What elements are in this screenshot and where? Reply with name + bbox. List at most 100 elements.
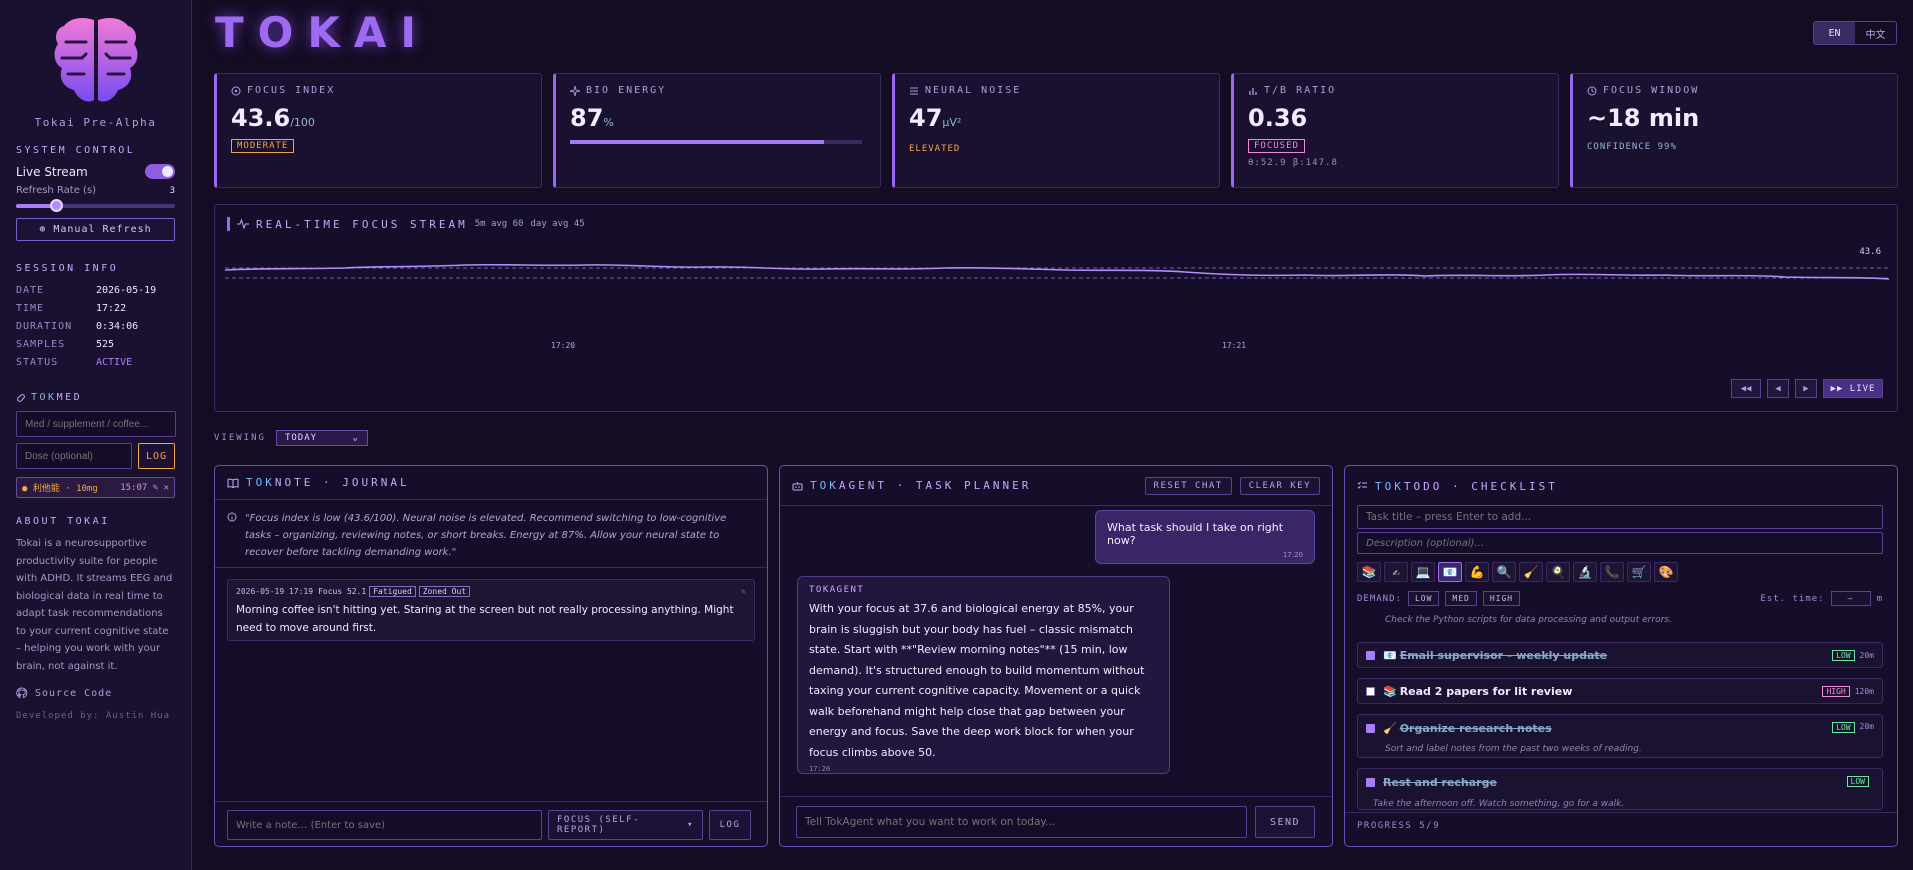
developer-credit: Developed by: Austin Hua: [16, 711, 171, 721]
reset-chat-button[interactable]: RESET CHAT: [1144, 476, 1232, 495]
session-row: SAMPLES 525: [16, 336, 175, 354]
focus-self-report-select[interactable]: FOCUS (SELF-REPORT) ▾: [548, 810, 703, 840]
category-cleaning-icon[interactable]: 🧹: [1519, 562, 1543, 582]
bio-energy-bar: [570, 140, 862, 144]
lang-en-button[interactable]: EN: [1814, 22, 1855, 44]
agent-input[interactable]: [796, 806, 1247, 838]
neural-noise-unit: μV²: [942, 116, 962, 129]
accent-bar: [227, 217, 230, 231]
user-message-time: 17:20: [1282, 551, 1303, 559]
toknote-title-prefix: TOK: [246, 476, 275, 489]
todo-demand-badge: HIGH: [1822, 685, 1850, 697]
category-exercise-icon[interactable]: 💪: [1465, 562, 1489, 582]
source-code-link[interactable]: Source Code: [16, 687, 175, 699]
todo-demand-badge: LOW: [1846, 776, 1869, 787]
focus-stream-chart: [225, 263, 1889, 280]
refresh-rate-slider[interactable]: [16, 199, 175, 212]
rewind-fast-button[interactable]: ◀◀: [1731, 379, 1761, 398]
viewing-select[interactable]: TODAY ⌄: [275, 430, 368, 446]
bio-energy-value: 87: [570, 104, 604, 132]
live-stream-toggle[interactable]: [145, 164, 175, 179]
demand-label: DEMAND:: [1357, 593, 1402, 604]
category-writing-icon[interactable]: ✍: [1384, 562, 1408, 582]
todo-duration: 120m: [1854, 686, 1874, 696]
est-time-unit: m: [1876, 593, 1883, 604]
category-phone-icon[interactable]: 📞: [1600, 562, 1624, 582]
note-input[interactable]: [227, 810, 542, 840]
demand-row: DEMAND: LOW MED HIGH Est. time: – m: [1357, 591, 1883, 606]
lang-zh-button[interactable]: 中文: [1855, 22, 1896, 44]
demand-low-button[interactable]: LOW: [1407, 591, 1440, 606]
tb-ratio-tag: FOCUSED: [1248, 139, 1305, 153]
category-shopping-icon[interactable]: 🛒: [1627, 562, 1651, 582]
session-row: DURATION 0:34:06: [16, 318, 175, 336]
est-time-input[interactable]: –: [1830, 591, 1871, 606]
tb-ratio-label: T/B RATIO: [1264, 85, 1337, 96]
category-lab-icon[interactable]: 🔬: [1573, 562, 1597, 582]
day-avg: day avg 45: [530, 219, 585, 229]
journal-entry[interactable]: 2026-05-19 17:19 Focus 52.1 Fatigued Zon…: [227, 579, 755, 641]
todo-checkbox[interactable]: [1366, 650, 1375, 660]
category-cooking-icon[interactable]: 🍳: [1546, 562, 1570, 582]
send-button[interactable]: SEND: [1255, 806, 1315, 838]
session-value: 2026-05-19: [96, 285, 157, 296]
forward-button[interactable]: ▶: [1795, 379, 1817, 398]
rewind-button[interactable]: ◀: [1767, 379, 1789, 398]
todo-item[interactable]: 📚 Read 2 papers for lit review HIGH 120m: [1357, 678, 1883, 704]
tokmed-title-rest: MED: [56, 392, 83, 403]
toktodo-title-rest: TODO · CHECKLIST: [1403, 479, 1558, 493]
session-key: DATE: [16, 285, 45, 296]
todo-item[interactable]: 📧 Email supervisor – weekly update LOW 2…: [1357, 642, 1883, 668]
neural-noise-card: NEURAL NOISE 47μV² ELEVATED: [892, 73, 1220, 188]
chevron-down-icon: ⌄: [352, 433, 359, 443]
category-books-icon[interactable]: 📚: [1357, 562, 1381, 582]
session-row: TIME 17:22: [16, 300, 175, 318]
category-email-icon[interactable]: 📧: [1438, 562, 1462, 582]
todo-checkbox[interactable]: [1366, 686, 1375, 696]
category-art-icon[interactable]: 🎨: [1654, 562, 1678, 582]
live-button[interactable]: ▶▶ LIVE: [1823, 379, 1883, 398]
edit-icon[interactable]: ✎: [741, 587, 746, 596]
agent-message-time: 17:20: [809, 765, 831, 773]
focus-index-card: FOCUS INDEX 43.6/100 MODERATE: [214, 73, 542, 188]
category-research-icon[interactable]: 🔍: [1492, 562, 1516, 582]
note-log-button[interactable]: LOG: [709, 810, 751, 840]
todo-checkbox[interactable]: [1366, 724, 1375, 733]
focus-index-label: FOCUS INDEX: [247, 85, 336, 96]
session-info-title: SESSION INFO: [16, 263, 119, 274]
clear-key-button[interactable]: CLEAR KEY: [1239, 476, 1320, 495]
lines-icon: [910, 87, 918, 94]
med-input[interactable]: [16, 411, 176, 437]
todo-checkbox[interactable]: [1366, 778, 1375, 787]
focus-index-value: 43.6: [231, 104, 291, 132]
task-description-input[interactable]: [1357, 532, 1883, 554]
brain-logo-icon: [54, 18, 137, 102]
dose-input[interactable]: [16, 443, 132, 469]
tokagent-title: TOKAGENT · TASK PLANNER: [792, 479, 1031, 492]
demand-high-button[interactable]: HIGH: [1482, 591, 1521, 606]
todo-description: Sort and label notes from the past two w…: [1385, 744, 1642, 754]
agent-compose: SEND: [780, 796, 1332, 846]
pill-icon: [17, 393, 25, 402]
journal-tag: Zoned Out: [418, 586, 471, 597]
refresh-rate-knob[interactable]: [49, 199, 63, 212]
journal-entry-focus: Focus 52.1: [318, 587, 367, 596]
category-laptop-icon[interactable]: 💻: [1411, 562, 1435, 582]
live-stream-label: Live Stream: [16, 164, 88, 179]
five-min-avg: 5m avg 60: [474, 219, 524, 229]
neural-noise-value: 47: [909, 104, 943, 132]
med-entry[interactable]: ● 利他能 · 10mg 15:07 ✎ ✕: [16, 477, 175, 498]
neural-noise-status: ELEVATED: [909, 144, 961, 154]
task-title-input[interactable]: [1357, 505, 1883, 529]
viewing-label: VIEWING: [214, 433, 266, 443]
med-log-button[interactable]: LOG: [138, 443, 175, 469]
manual-refresh-button[interactable]: ⊕ Manual Refresh: [16, 218, 175, 241]
med-entry-time[interactable]: 15:07 ✎ ✕: [120, 483, 169, 493]
about-title: ABOUT TOKAI: [16, 516, 110, 527]
todo-title: Email supervisor – weekly update: [1399, 648, 1608, 662]
demand-med-button[interactable]: MED: [1445, 591, 1477, 606]
category-picker: 📚 ✍ 💻 📧 💪 🔍 🧹 🍳 🔬 📞 🛒 🎨: [1357, 562, 1678, 582]
toktodo-header: TOKTODO · CHECKLIST: [1345, 466, 1897, 506]
book-icon: [227, 478, 239, 488]
focus-stream-title: REAL-TIME FOCUS STREAM: [256, 217, 468, 231]
